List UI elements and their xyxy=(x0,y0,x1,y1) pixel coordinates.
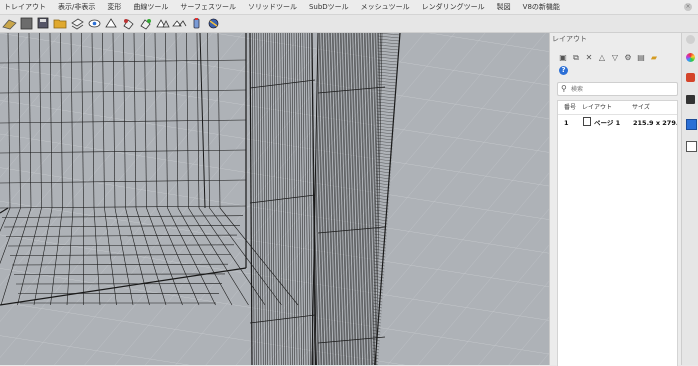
settings-dot-icon[interactable] xyxy=(686,35,695,44)
close-icon[interactable]: × xyxy=(684,3,692,11)
panel-title: レイアウト xyxy=(552,34,587,44)
lock-icon[interactable] xyxy=(121,17,136,30)
delete-icon[interactable]: ✕ xyxy=(584,53,594,63)
tab-subd-tools[interactable]: SubDツール xyxy=(309,2,349,12)
row-size: 215.9 x 279. xyxy=(633,117,678,130)
header-layout[interactable]: レイアウト xyxy=(582,101,612,114)
tab-layout[interactable]: トレイアウト xyxy=(4,2,46,12)
paint-icon[interactable] xyxy=(189,17,204,30)
viewport-canvas xyxy=(0,33,549,365)
menu-tabs: トレイアウト 表示/非表示 変形 曲線ツール サーフェスツール ソリッドツール … xyxy=(4,0,572,14)
menu-tab-bar: トレイアウト 表示/非表示 変形 曲線ツール サーフェスツール ソリッドツール … xyxy=(0,0,698,15)
toolbar xyxy=(0,15,698,33)
tab-mesh-tools[interactable]: メッシュツール xyxy=(361,2,410,12)
hide-icon[interactable] xyxy=(87,17,102,30)
table-row[interactable]: 1 ページ 1 215.9 x 279. xyxy=(558,117,677,130)
open-folder-icon[interactable] xyxy=(53,17,68,30)
table-header: 番号 レイアウト サイズ xyxy=(558,101,677,115)
tab-visibility[interactable]: 表示/非表示 xyxy=(58,2,95,12)
unlock-icon[interactable] xyxy=(138,17,153,30)
document-icon[interactable] xyxy=(686,141,697,152)
layouts-table: 番号 レイアウト サイズ 1 ページ 1 215.9 x 279. xyxy=(557,100,678,366)
properties-icon[interactable] xyxy=(155,17,170,30)
layer-icon[interactable] xyxy=(70,17,85,30)
cplane-icon[interactable] xyxy=(2,17,17,30)
panel-tab-strip xyxy=(681,33,698,365)
layouts-tab-icon[interactable] xyxy=(686,119,697,130)
display-icon[interactable] xyxy=(686,95,695,104)
sun-icon[interactable] xyxy=(206,17,221,30)
tab-transform[interactable]: 変形 xyxy=(107,2,121,12)
print-icon[interactable]: ▤ xyxy=(636,53,646,63)
materials-icon[interactable] xyxy=(686,73,695,82)
match-icon[interactable] xyxy=(172,17,187,30)
show-icon[interactable] xyxy=(104,17,119,30)
new-layout-icon[interactable]: ▣ xyxy=(558,53,568,63)
row-name-label: ページ 1 xyxy=(594,119,620,127)
header-number[interactable]: 番号 xyxy=(564,101,576,114)
color-wheel-icon[interactable] xyxy=(686,53,695,62)
help-icon[interactable]: ? xyxy=(559,66,568,75)
tab-surface-tools[interactable]: サーフェスツール xyxy=(180,2,236,12)
grid-icon[interactable] xyxy=(19,17,34,30)
page-icon xyxy=(583,117,591,126)
move-down-icon[interactable]: ▽ xyxy=(610,53,620,63)
tab-curve-tools[interactable]: 曲線ツール xyxy=(133,2,168,12)
perspective-viewport[interactable] xyxy=(0,33,549,365)
search-box[interactable]: ⚲ xyxy=(557,82,678,96)
panel-toolbar: ▣ ⧉ ✕ △ ▽ ⚙ ▤ ▰ xyxy=(558,53,662,63)
layouts-panel: レイアウト ▣ ⧉ ✕ △ ▽ ⚙ ▤ ▰ ? ⚲ 番号 レイアウト サイズ 1… xyxy=(549,33,681,365)
save-icon[interactable] xyxy=(36,17,51,30)
tab-drafting[interactable]: 製図 xyxy=(497,2,511,12)
search-input[interactable] xyxy=(571,84,671,94)
tab-solid-tools[interactable]: ソリッドツール xyxy=(248,2,297,12)
tab-render-tools[interactable]: レンダリングツール xyxy=(422,2,485,12)
row-name: ページ 1 xyxy=(583,117,620,130)
header-size[interactable]: サイズ xyxy=(632,101,650,114)
settings-icon[interactable]: ⚙ xyxy=(623,53,633,63)
row-number: 1 xyxy=(564,117,569,130)
folder-icon[interactable]: ▰ xyxy=(649,53,659,63)
move-up-icon[interactable]: △ xyxy=(597,53,607,63)
copy-layout-icon[interactable]: ⧉ xyxy=(571,53,581,63)
tab-v8-new[interactable]: V8の新機能 xyxy=(523,2,560,12)
search-icon: ⚲ xyxy=(561,83,567,95)
